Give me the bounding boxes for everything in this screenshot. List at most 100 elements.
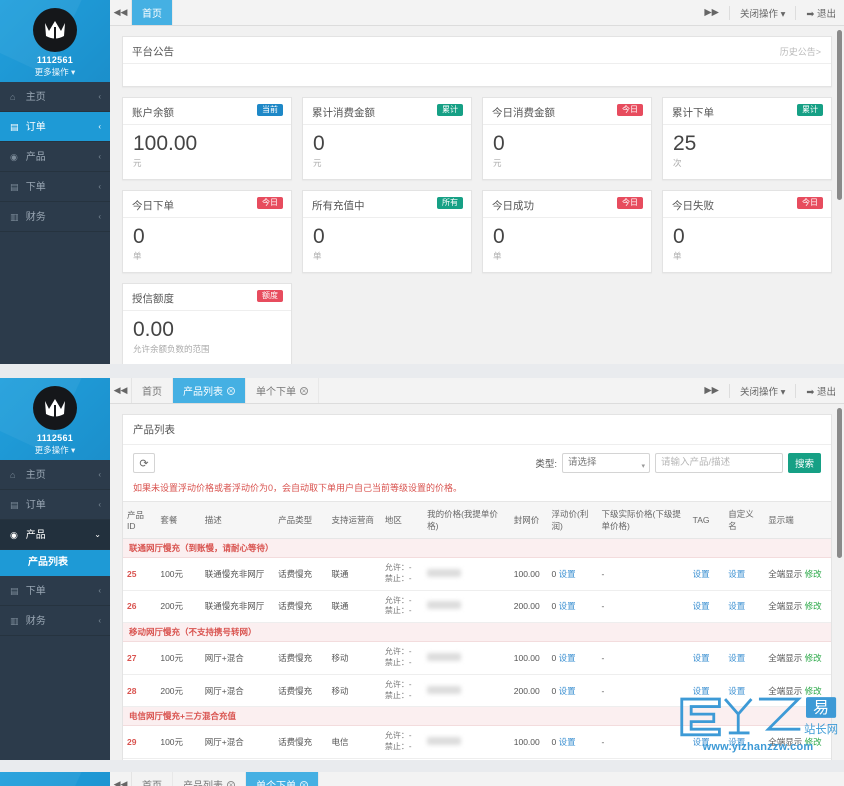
stat-card-header: 累计下单 累计 xyxy=(663,98,831,125)
tab-label: 产品列表 xyxy=(183,777,223,786)
tabs-scroll-right-button[interactable]: ▶▶ xyxy=(704,7,719,18)
sidebar-item-finance[interactable]: ▥ 财务 ‹ xyxy=(0,606,110,636)
tab-home[interactable]: 首页 xyxy=(132,0,173,25)
display-cell[interactable]: 全端显示 修改 xyxy=(764,674,831,708)
float-price-cell[interactable]: 0 设置 xyxy=(547,557,598,591)
chevron-left-icon: ‹ xyxy=(98,500,101,509)
tabs-scroll-right-button[interactable]: ▶▶ xyxy=(704,385,719,396)
custom-name-cell[interactable]: 设置 xyxy=(724,641,765,675)
type-select[interactable]: 请选择 ▾ xyxy=(561,453,650,473)
float-price-cell[interactable]: 0 设置 xyxy=(547,590,598,624)
vertical-scrollbar[interactable] xyxy=(837,30,842,200)
tag-cell[interactable]: 设置 xyxy=(688,641,725,675)
sidebar-item-place-order[interactable]: ▤ 下单 ‹ xyxy=(0,172,110,202)
tabs-scroll-left-button[interactable]: ◀◀ xyxy=(110,0,132,25)
display-cell[interactable]: 全端显示 修改 xyxy=(764,725,831,759)
sidebar-item-home[interactable]: ⌂ 主页 ‹ xyxy=(0,82,110,112)
float-price-cell[interactable]: 0 设置 xyxy=(547,758,598,760)
tab-bar: 首页 xyxy=(132,0,173,25)
sidebar-username: 1112561 xyxy=(36,55,74,65)
sidebar-more-ops[interactable]: 更多操作 ▾ xyxy=(0,444,110,456)
tag-cell[interactable]: 设置 xyxy=(688,758,725,760)
chevron-left-icon: ‹ xyxy=(98,152,101,161)
package-cell: 100元 xyxy=(156,725,201,759)
custom-name-cell[interactable]: 设置 xyxy=(724,557,765,591)
stat-value: 0 xyxy=(493,225,505,249)
sidebar-subitem-product-list[interactable]: 产品列表 xyxy=(0,550,110,576)
close-ops-button[interactable]: 关闭操作 ▾ xyxy=(740,6,785,20)
float-price-cell[interactable]: 0 设置 xyxy=(547,641,598,675)
table-group-row: 电信网厅慢充+三方混合充值 xyxy=(123,706,831,727)
group-label: 移动网厅慢充（不支持携号转网） xyxy=(123,622,831,643)
crown-icon xyxy=(45,399,65,417)
table-column-header: 浮动价(利润) xyxy=(547,501,598,539)
stat-card: 授信额度 额度 0.00 允许余额负数的范围 xyxy=(122,283,292,364)
tab-home[interactable]: 首页 xyxy=(132,378,173,403)
custom-name-cell[interactable]: 设置 xyxy=(724,758,765,760)
display-cell[interactable]: 全端显示 修改 xyxy=(764,758,831,760)
close-icon[interactable]: ✕ xyxy=(227,386,235,395)
package-cell: 200元 xyxy=(156,590,201,624)
avatar[interactable] xyxy=(33,386,77,430)
custom-name-cell[interactable]: 设置 xyxy=(724,590,765,624)
description-cell: 联通慢充非网厅 xyxy=(200,590,275,624)
product-table: 产品ID 套餐 描述 产品类型 支持运营商 地区 我的价格(我提单价格) 封网价 浮动价(利润)… xyxy=(123,501,831,760)
tab-single-order[interactable]: 单个下单 ✕ xyxy=(246,378,319,403)
close-icon[interactable]: ✕ xyxy=(300,780,308,786)
tab-label: 单个下单 xyxy=(256,777,296,786)
sidebar-item-home[interactable]: ⌂ 主页 ‹ xyxy=(0,460,110,490)
logout-button[interactable]: ➡ 退出 xyxy=(806,6,836,20)
tag-cell[interactable]: 设置 xyxy=(688,674,725,708)
tab-product-list[interactable]: 产品列表 ✕ xyxy=(173,772,246,786)
close-ops-button[interactable]: 关闭操作 ▾ xyxy=(740,384,785,398)
float-price-cell[interactable]: 0 设置 xyxy=(547,725,598,759)
tab-single-order[interactable]: 单个下单 ✕ xyxy=(246,772,319,786)
float-price-cell[interactable]: 0 设置 xyxy=(547,674,598,708)
sidebar-more-ops[interactable]: 更多操作 ▾ xyxy=(0,66,110,78)
search-input[interactable]: 请输入产品/描述 xyxy=(654,453,783,473)
tab-home[interactable]: 首页 xyxy=(132,772,173,786)
sidebar: 1112561 更多操作 ▾ ⌂ 主页 ‹ ▤ 订单 ‹ ◉ 产品 ⌄ 产品列表… xyxy=(0,378,110,760)
table-column-header: 支持运营商 xyxy=(327,501,381,539)
tag-cell[interactable]: 设置 xyxy=(688,557,725,591)
stat-grid: 账户余额 当前 100.00 元累计消费金额 累计 0 元今日消费金额 今日 0 元累计下单 累计 2… xyxy=(122,97,832,364)
custom-name-cell[interactable]: 设置 xyxy=(724,674,765,708)
sidebar-item-product[interactable]: ◉ 产品 ‹ xyxy=(0,142,110,172)
region-cell: 允许：-禁止：- xyxy=(380,557,424,591)
tabs-scroll-left-button[interactable]: ◀◀ xyxy=(110,378,132,403)
sidebar-item-label: 下单 xyxy=(25,182,46,193)
custom-name-cell[interactable]: 设置 xyxy=(724,725,765,759)
carrier-cell: 联通 xyxy=(327,590,381,624)
vertical-scrollbar[interactable] xyxy=(837,408,842,558)
sidebar-item-order[interactable]: ▤ 订单 ‹ xyxy=(0,112,110,142)
display-cell[interactable]: 全端显示 修改 xyxy=(764,590,831,624)
refresh-icon[interactable]: ⟳ xyxy=(133,453,155,473)
group-label: 电信网厅慢充+三方混合充值 xyxy=(123,706,831,727)
avatar[interactable] xyxy=(33,8,77,52)
sidebar-item-product[interactable]: ◉ 产品 ⌄ xyxy=(0,520,110,550)
money-icon: ▥ xyxy=(10,212,19,222)
tag-cell[interactable]: 设置 xyxy=(688,590,725,624)
display-cell[interactable]: 全端显示 修改 xyxy=(764,557,831,591)
close-icon[interactable]: ✕ xyxy=(300,386,308,395)
display-cell[interactable]: 全端显示 修改 xyxy=(764,641,831,675)
announcement-history-link[interactable]: 历史公告> xyxy=(780,45,821,58)
sidebar-item-place-order[interactable]: ▤ 下单 ‹ xyxy=(0,576,110,606)
search-button[interactable]: 搜索 xyxy=(787,453,821,473)
close-icon[interactable]: ✕ xyxy=(227,780,235,786)
stat-card: 所有充值中 所有 0 单 xyxy=(302,190,472,274)
logout-button[interactable]: ➡ 退出 xyxy=(806,384,836,398)
stat-unit: 单 xyxy=(313,251,322,262)
sub-price-cell: - xyxy=(597,674,689,708)
sidebar-item-order[interactable]: ▤ 订单 ‹ xyxy=(0,490,110,520)
tag-cell[interactable]: 设置 xyxy=(688,725,725,759)
my-price-cell xyxy=(423,590,510,624)
product-list-toolbar: ⟳ 类型: 请选择 ▾ 请输入产品/描述 搜索 xyxy=(123,445,831,479)
tab-product-list[interactable]: 产品列表 ✕ xyxy=(173,378,246,403)
chevron-down-icon: ▾ xyxy=(641,463,645,470)
product-type-cell: 话费慢充 xyxy=(274,725,328,759)
tabs-scroll-left-button[interactable]: ◀◀ xyxy=(110,772,132,786)
sidebar-item-finance[interactable]: ▥ 财务 ‹ xyxy=(0,202,110,232)
region-cell: 允许：-禁止：- xyxy=(380,725,424,759)
table-group-row: 联通网厅慢充（到账慢，请耐心等待） xyxy=(123,538,831,558)
